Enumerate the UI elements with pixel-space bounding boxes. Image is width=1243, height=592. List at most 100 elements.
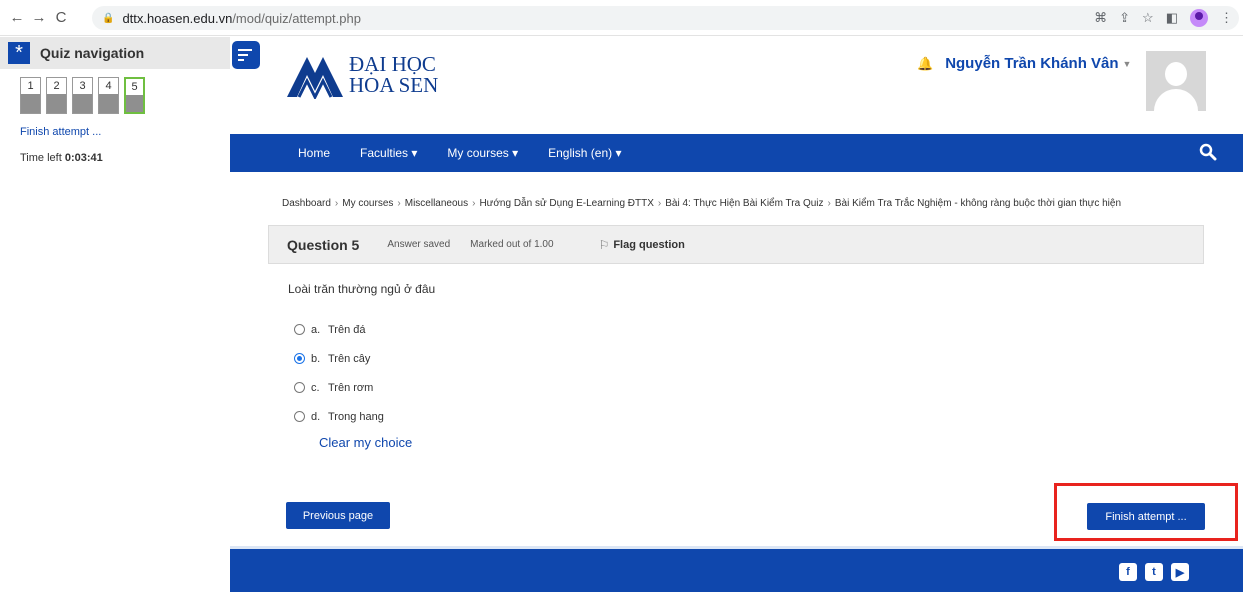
question-button-4[interactable]: 4 (98, 77, 119, 114)
chevron-right-icon: › (827, 198, 831, 209)
share-icon[interactable]: ⇪ (1119, 10, 1130, 26)
flag-icon: ⚐ (598, 237, 610, 252)
radio-button-checked[interactable] (294, 353, 305, 364)
question-answered-fill (47, 94, 66, 113)
question-button-3[interactable]: 3 (72, 77, 93, 114)
chevron-right-icon: › (334, 198, 339, 209)
avatar-body-shape (1154, 89, 1198, 111)
avatar-head-shape (1165, 62, 1187, 86)
breadcrumb: Dashboard › My courses › Miscellaneous › Hướng… (282, 198, 1121, 209)
drawer-header: * Quiz navigation (0, 37, 230, 69)
bookmark-star-icon[interactable]: ☆ (1142, 10, 1154, 26)
answer-text[interactable]: Trên đá (328, 324, 366, 336)
question-button-5[interactable]: 5 (124, 77, 145, 114)
finish-attempt-link[interactable]: Finish attempt ... (20, 126, 230, 138)
question-number: 3 (79, 80, 86, 92)
answer-letter: a. (311, 323, 321, 336)
drawer-toggle-button[interactable] (232, 41, 260, 69)
question-answered-fill (73, 94, 92, 113)
asterisk-icon: * (8, 42, 30, 64)
chevron-right-icon: › (397, 198, 401, 209)
breadcrumb-item[interactable]: Bài 4: Thực Hiện Bài Kiểm Tra Quiz (665, 198, 823, 209)
search-icon[interactable] (1199, 143, 1217, 161)
previous-page-button[interactable]: Previous page (286, 502, 390, 529)
forward-arrow-icon[interactable]: → (28, 9, 50, 26)
profile-avatar-icon[interactable] (1190, 9, 1208, 27)
answer-option-b[interactable]: b. Trên cây (294, 344, 384, 373)
site-logo[interactable]: ĐẠI HỌC HOA SEN (285, 51, 438, 99)
logo-line-1: ĐẠI HỌC (349, 52, 436, 76)
radio-button[interactable] (294, 324, 305, 335)
question-number: 4 (105, 80, 112, 92)
side-panel-icon[interactable]: ◧ (1166, 10, 1178, 26)
breadcrumb-item[interactable]: Bài Kiểm Tra Trắc Nghiệm - không ràng bu… (835, 198, 1121, 209)
chevron-down-icon[interactable]: ▼ (1123, 59, 1132, 69)
question-number: 1 (27, 80, 34, 92)
youtube-icon[interactable]: ▶ (1171, 563, 1189, 581)
quiz-navigation-drawer: * Quiz navigation 1 2 3 4 5 Finish attem… (0, 37, 230, 592)
question-number-label: Question 5 (287, 236, 360, 253)
back-arrow-icon[interactable]: ← (6, 9, 28, 26)
answer-option-d[interactable]: d. Trong hang (294, 402, 384, 431)
radio-button[interactable] (294, 411, 305, 422)
question-button-2[interactable]: 2 (46, 77, 67, 114)
menu-line (238, 54, 248, 56)
user-name[interactable]: Nguyễn Trần Khánh Vân (945, 55, 1118, 72)
page-footer: f t ▶ (230, 546, 1243, 592)
translate-icon[interactable]: ⌘ (1094, 10, 1107, 26)
reload-icon[interactable]: C (50, 9, 72, 26)
flag-question-toggle[interactable]: ⚐ Flag question (599, 238, 685, 252)
answer-option-c[interactable]: c. Trên rơm (294, 373, 384, 402)
notification-bell-icon[interactable]: 🔔 (917, 56, 933, 72)
question-number: 2 (53, 80, 60, 92)
more-menu-icon[interactable]: ⋮ (1220, 10, 1233, 26)
nav-my-courses[interactable]: My courses ▾ (447, 146, 518, 160)
finish-attempt-button[interactable]: Finish attempt ... (1087, 503, 1205, 530)
question-number: 5 (131, 81, 138, 93)
user-menu[interactable]: 🔔 Nguyễn Trần Khánh Vân ▼ (917, 55, 1131, 72)
question-answered-fill (21, 94, 40, 113)
question-answered-fill (99, 94, 118, 113)
time-left: Time left 0:03:41 (20, 152, 230, 164)
question-text: Loài trăn thường ngủ ở đâu (288, 282, 436, 296)
answer-text[interactable]: Trên rơm (328, 382, 373, 394)
question-answered-fill (126, 95, 143, 112)
chevron-right-icon: › (472, 198, 476, 209)
nav-home[interactable]: Home (298, 146, 330, 160)
chevron-right-icon: › (657, 198, 662, 209)
question-buttons: 1 2 3 4 5 (20, 77, 230, 114)
question-button-1[interactable]: 1 (20, 77, 41, 114)
answer-letter: d. (311, 410, 321, 423)
menu-line (238, 59, 244, 61)
url-host: dttx.hoasen.edu.vn (122, 10, 233, 26)
breadcrumb-item[interactable]: Dashboard (282, 198, 331, 209)
logo-text: ĐẠI HỌC HOA SEN (349, 54, 438, 96)
nav-faculties[interactable]: Faculties ▾ (360, 146, 417, 160)
answer-text[interactable]: Trên cây (328, 353, 370, 365)
lock-icon: 🔒 (102, 12, 115, 24)
facebook-icon[interactable]: f (1119, 563, 1137, 581)
question-info-bar: Question 5 Answer saved Marked out of 1.… (268, 225, 1204, 264)
browser-toolbar: ← → C 🔒 dttx.hoasen.edu.vn/mod/quiz/atte… (0, 0, 1243, 36)
user-avatar[interactable] (1146, 51, 1206, 111)
twitter-icon[interactable]: t (1145, 563, 1163, 581)
browser-actions: ⌘ ⇪ ☆ ◧ ⋮ (1094, 9, 1233, 27)
nav-language[interactable]: English (en) ▾ (548, 146, 621, 160)
breadcrumb-item[interactable]: Miscellaneous (405, 198, 468, 209)
menu-line (238, 49, 252, 51)
main-navbar: Home Faculties ▾ My courses ▾ English (e… (230, 134, 1243, 172)
url-path: /mod/quiz/attempt.php (232, 10, 361, 26)
answer-letter: c. (311, 381, 320, 394)
time-left-value: 0:03:41 (64, 152, 103, 164)
breadcrumb-item[interactable]: Hướng Dẫn sử Dụng E-Learning ĐTTX (479, 198, 653, 209)
radio-button[interactable] (294, 382, 305, 393)
question-marks: Marked out of 1.00 (470, 239, 554, 250)
logo-line-2: HOA SEN (349, 73, 439, 97)
answer-text[interactable]: Trong hang (328, 411, 384, 423)
breadcrumb-item[interactable]: My courses (342, 198, 393, 209)
flag-question-label[interactable]: Flag question (613, 239, 685, 251)
clear-choice-link[interactable]: Clear my choice (319, 435, 412, 450)
main-content: ĐẠI HỌC HOA SEN 🔔 Nguyễn Trần Khánh Vân … (230, 37, 1243, 592)
address-bar[interactable]: 🔒 dttx.hoasen.edu.vn/mod/quiz/attempt.ph… (92, 6, 1239, 30)
answer-option-a[interactable]: a. Trên đá (294, 315, 384, 344)
